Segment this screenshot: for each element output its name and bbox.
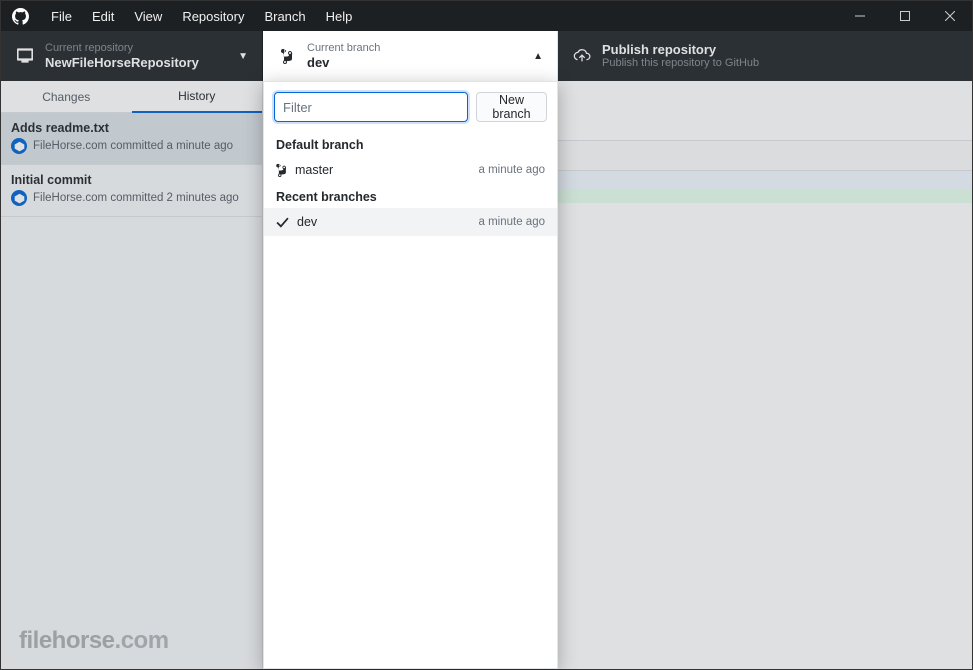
sidebar-tabs: Changes History [1,81,262,113]
monitor-icon [15,48,35,64]
tab-changes[interactable]: Changes [1,81,132,113]
branch-filter-input[interactable] [274,92,468,122]
branch-name: dev [307,55,380,71]
branch-time: a minute ago [479,164,546,176]
branch-label: Current branch [307,42,380,55]
commit-list-item[interactable]: Adds readme.txt FileHorse.com committed … [1,113,262,165]
avatar-icon [11,138,27,154]
commit-meta: FileHorse.com committed a minute ago [33,140,233,152]
repo-name: NewFileHorseRepository [45,55,199,71]
publish-desc: Publish this repository to GitHub [602,57,759,70]
commit-title: Adds readme.txt [11,121,252,135]
menu-file[interactable]: File [41,1,82,31]
commit-meta: FileHorse.com committed 2 minutes ago [33,192,239,204]
menu-branch[interactable]: Branch [254,1,315,31]
window-maximize-button[interactable] [882,1,927,31]
menu-help[interactable]: Help [316,1,363,31]
new-branch-button[interactable]: New branch [476,92,547,122]
git-branch-icon [277,48,297,64]
publish-label: Publish repository [602,42,759,58]
branch-item-master[interactable]: master a minute ago [264,156,557,184]
branch-time: a minute ago [479,216,546,228]
chevron-up-icon: ▲ [533,51,543,62]
github-logo-icon [11,7,29,25]
branch-name: dev [297,215,317,229]
default-branch-heading: Default branch [264,132,557,156]
branch-item-dev[interactable]: dev a minute ago [264,208,557,236]
repo-label: Current repository [45,42,199,55]
avatar-icon [11,190,27,206]
check-icon [276,217,289,228]
publish-repository-button[interactable]: Publish repository Publish this reposito… [558,31,972,81]
app-window: File Edit View Repository Branch Help Cu… [0,0,973,670]
window-minimize-button[interactable] [837,1,882,31]
toolbar: Current repository NewFileHorseRepositor… [1,31,972,81]
commit-title: Initial commit [11,173,252,187]
watermark: filehorse.com [19,627,169,655]
cloud-upload-icon [572,48,592,64]
chevron-down-icon: ▼ [238,51,248,62]
branch-dropdown: New branch Default branch master a minut… [263,81,558,669]
menu-repository[interactable]: Repository [172,1,254,31]
git-branch-icon [276,163,287,177]
menu-view[interactable]: View [124,1,172,31]
current-repository-selector[interactable]: Current repository NewFileHorseRepositor… [1,31,263,81]
window-close-button[interactable] [927,1,972,31]
sidebar: Changes History Adds readme.txt FileHors… [1,81,263,669]
commit-list-item[interactable]: Initial commit FileHorse.com committed 2… [1,165,262,217]
titlebar: File Edit View Repository Branch Help [1,1,972,31]
recent-branches-heading: Recent branches [264,184,557,208]
menu-edit[interactable]: Edit [82,1,124,31]
tab-history[interactable]: History [132,81,263,113]
current-branch-selector[interactable]: Current branch dev ▲ [263,31,558,81]
branch-name: master [295,163,333,177]
